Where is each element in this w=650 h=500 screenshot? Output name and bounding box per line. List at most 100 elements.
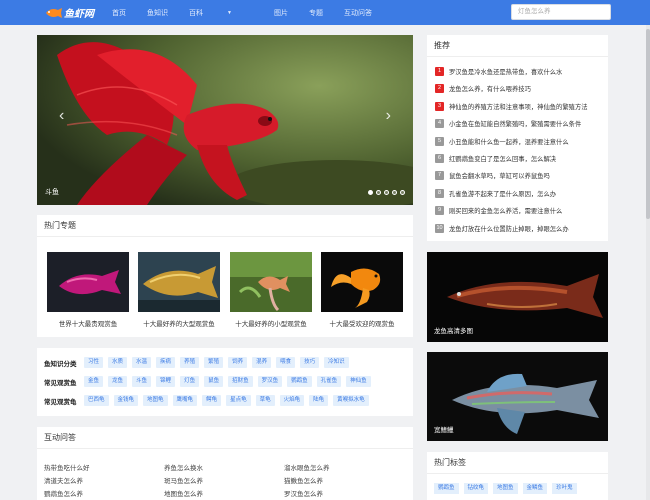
recommend-item[interactable]: 3 神仙鱼的养殖方法和注意事项，神仙鱼的繁殖方法 [435,101,605,111]
recommend-item[interactable]: 5 小丑鱼能和什么鱼一起养，混养要注意什么 [435,136,605,146]
recommend-item[interactable]: 1 罗汉鱼是冷水鱼还是热带鱼，喜欢什么水 [435,67,605,76]
category-tag[interactable]: 黄喉拟水龟 [333,395,369,406]
topic-image[interactable] [47,252,129,312]
category-tag[interactable]: 鼠鱼 [204,376,224,387]
nav-item-qa[interactable]: 互动问答 [344,8,372,18]
hot-tag[interactable]: 珍叶鬼 [552,483,577,494]
recommend-item[interactable]: 9 刚买回来的金鱼怎么养活，需要注意什么 [435,206,605,216]
carousel-dot[interactable] [376,190,381,195]
search-input[interactable]: 灯鱼怎么养 [511,4,611,20]
category-tag[interactable]: 鳄龟 [202,395,222,406]
topic-image[interactable] [138,252,220,312]
qa-link[interactable]: 斑马鱼怎么养 [164,475,203,485]
category-tag[interactable]: 地图龟 [143,395,168,406]
qa-link[interactable]: 溜水眼鱼怎么养 [284,462,330,472]
carousel-prev-icon[interactable]: ‹ [59,107,64,125]
hot-tag[interactable]: 地图鱼 [493,483,518,494]
topic-label[interactable]: 十大最好养的大型观赏鱼 [131,318,227,328]
section-title: 热门标签 [427,452,608,474]
hot-tag[interactable]: 鹦鹉鱼 [434,483,459,494]
qa-link[interactable]: 罗汉鱼怎么养 [284,488,323,498]
side-image-card[interactable]: 龙鱼高清多图 [427,252,608,342]
carousel-dot[interactable] [392,190,397,195]
carousel-dot[interactable] [368,190,373,195]
category-tag[interactable]: 金鱼 [84,376,104,387]
category-tag[interactable]: 水温 [132,357,152,368]
qa-link[interactable]: 地图鱼怎么养 [164,488,203,498]
main-nav: 首页 鱼知识 百科 ▼ 图片 专题 互动问答 [112,0,393,25]
category-tag[interactable]: 巴西龟 [84,395,109,406]
category-tag[interactable]: 草龟 [255,395,275,406]
carousel-dots [368,190,405,195]
nav-item-images[interactable]: 图片 [274,8,288,18]
recommend-item-text: 罗汉鱼是冷水鱼还是热带鱼，喜欢什么水 [449,69,563,76]
nav-item-label: 百科 [189,9,203,17]
category-tag[interactable]: 习性 [84,357,104,368]
topic-label[interactable]: 十大最受欢迎的观赏鱼 [314,318,410,328]
category-tag[interactable]: 斗鱼 [132,376,152,387]
recommend-item[interactable]: 2 龙鱼怎么养，有什么喂养技巧 [435,84,605,94]
rank-badge: 1 [435,67,444,76]
recommend-item[interactable]: 10 龙鱼灯放在什么位置防止掉眼，掉眼怎么办 [435,223,605,233]
category-tag[interactable]: 冷知识 [324,357,349,368]
topic-image-fish [138,252,220,312]
qa-link[interactable]: 养鱼怎么换水 [164,462,203,472]
recommend-item-text: 龙鱼灯放在什么位置防止掉眼，掉眼怎么办 [449,225,569,233]
nav-item-topics[interactable]: 专题 [309,8,323,18]
category-tag[interactable]: 陆龟 [309,395,329,406]
nav-item-home[interactable]: 首页 [112,8,126,18]
category-tag[interactable]: 技巧 [300,357,320,368]
category-tag[interactable]: 灯鱼 [180,376,200,387]
topic-label[interactable]: 十大最好养的小型观赏鱼 [223,318,319,328]
category-tag[interactable]: 孔雀鱼 [316,376,342,387]
site-logo[interactable]: 鱼虾网 [43,5,94,20]
category-tag[interactable]: 龙鱼 [108,376,128,387]
nav-item-encyclopedia[interactable]: 百科 ▼ [189,8,253,18]
page-scrollbar[interactable] [646,25,650,500]
recommend-item[interactable]: 7 鼠鱼会翻水草吗，草缸可以养鼠鱼吗 [435,171,605,181]
category-tag[interactable]: 神仙鱼 [346,376,371,387]
qa-link[interactable]: 清道夫怎么养 [44,475,83,485]
category-tag[interactable]: 水质 [108,357,128,368]
category-tag[interactable]: 罗汉鱼 [257,376,283,387]
category-tag[interactable]: 养殖 [180,357,200,368]
category-tag[interactable]: 繁殖 [204,357,224,368]
nav-item-knowledge[interactable]: 鱼知识 [147,8,168,18]
hero-carousel[interactable]: ‹ › 斗鱼 [37,35,413,205]
side-image-card[interactable]: 宽鳍鱲 [427,352,608,441]
category-tag[interactable]: 疾病 [156,357,176,368]
recommend-item[interactable]: 6 红鹦鹉鱼变白了是怎么回事，怎么解决 [435,154,605,163]
qa-link[interactable]: 猫鳅鱼怎么养 [284,475,323,485]
category-tag[interactable]: 混养 [252,357,272,368]
carousel-next-icon[interactable]: › [386,107,391,125]
category-tag[interactable]: 招财鱼 [228,376,253,387]
hot-tag[interactable]: 金鳞鱼 [522,483,548,494]
recommend-item-text: 龙鱼怎么养，有什么喂养技巧 [449,86,531,94]
category-tag[interactable]: 星点龟 [226,395,251,406]
carousel-dot[interactable] [400,190,405,195]
category-tag[interactable]: 喂食 [276,357,296,368]
category-tag[interactable]: 鹦鹉鱼 [287,376,312,387]
category-tag[interactable]: 金钱龟 [113,395,139,406]
topic-label[interactable]: 世界十大最贵观赏鱼 [40,318,136,328]
qa-link[interactable]: 鹦鹉鱼怎么养 [44,488,83,498]
topic-image[interactable] [321,252,403,312]
top-header: 鱼虾网 首页 鱼知识 百科 ▼ 图片 专题 互动问答 灯鱼怎么养 [0,0,650,25]
category-tag[interactable]: 饲养 [228,357,248,368]
category-label: 常见观赏鱼 [44,379,77,387]
category-tag[interactable]: 火焰龟 [279,395,305,406]
category-tag[interactable]: 锦鲤 [156,376,176,387]
carousel-dot[interactable] [384,190,389,195]
category-tag[interactable]: 鹰嘴龟 [172,395,198,406]
recommend-item[interactable]: 4 小金鱼在鱼缸能自然繁殖吗，繁殖需要什么条件 [435,119,605,129]
rank-badge: 4 [435,119,444,129]
topic-image-fish [230,252,312,312]
hot-tag[interactable]: 钻纹龟 [463,483,489,494]
topic-image[interactable] [230,252,312,312]
hot-topics-panel: 热门专题 世界十大最贵观赏鱼 十大最好养的大型观赏鱼 十大最好养的小型观赏鱼 十… [37,215,413,337]
recommend-item-text: 刚买回来的金鱼怎么养活，需要注意什么 [449,208,563,216]
qa-link[interactable]: 热带鱼吃什么好 [44,462,90,472]
recommend-panel: 推荐 1 罗汉鱼是冷水鱼还是热带鱼，喜欢什么水 2 龙鱼怎么养，有什么喂养技巧 3 神仙鱼… [427,35,608,241]
recommend-item[interactable]: 8 孔雀鱼游不起来了是什么原因，怎么办 [435,188,605,198]
scrollbar-thumb[interactable] [646,29,650,219]
